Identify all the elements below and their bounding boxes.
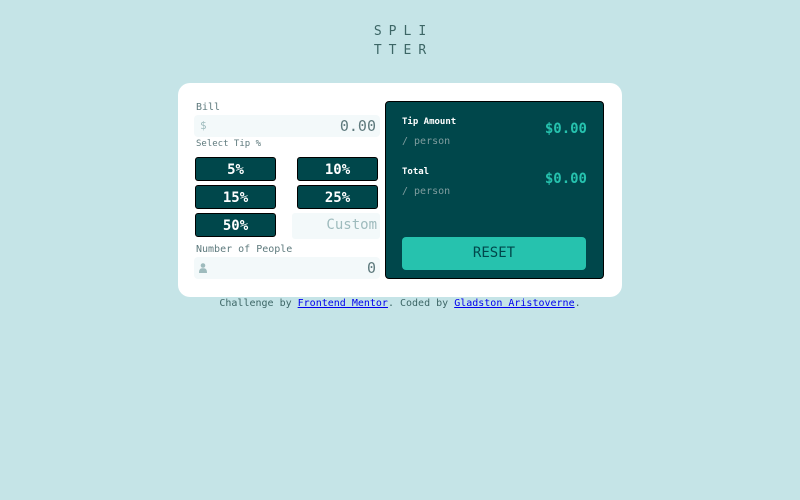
bill-value: 0.00 [339, 117, 376, 135]
calculator-card: Bill $ 0.00 Select Tip % 5% 10% 15% 25% … [178, 83, 622, 297]
bill-label: Bill [196, 102, 221, 113]
total-value: $0.00 [544, 171, 587, 187]
logo-line-2: TTER [373, 43, 434, 58]
footer-suffix: . [574, 298, 581, 309]
tip-amount-value: $0.00 [544, 121, 587, 137]
custom-tip-input[interactable]: Custom [292, 213, 380, 239]
people-label: Number of People [196, 244, 293, 255]
people-input[interactable]: 0 [194, 257, 380, 279]
tip-button-25[interactable]: 25% [297, 185, 378, 209]
tip-button-5[interactable]: 5% [195, 157, 276, 181]
footer-middle: . Coded by [387, 298, 455, 309]
tip-button-15[interactable]: 15% [195, 185, 276, 209]
tip-amount-label: Tip Amount [402, 117, 457, 127]
dollar-icon: $ [200, 119, 207, 132]
custom-tip-placeholder: Custom [326, 217, 377, 233]
author-link[interactable]: Gladston Aristoverne [454, 298, 574, 309]
logo-line-1: SPLI [373, 24, 434, 39]
bill-input[interactable]: $ 0.00 [194, 115, 380, 137]
total-label: Total [402, 167, 430, 177]
tip-button-50[interactable]: 50% [195, 213, 276, 237]
tip-amount-per-person: / person [402, 136, 451, 147]
select-tip-label: Select Tip % [196, 139, 262, 149]
frontend-mentor-link[interactable]: Frontend Mentor [298, 298, 388, 309]
person-icon [199, 263, 207, 273]
tip-button-10[interactable]: 10% [297, 157, 378, 181]
people-value: 0 [366, 259, 376, 277]
app-logo: SPLI TTER [0, 22, 800, 60]
reset-button[interactable]: RESET [402, 237, 586, 270]
total-per-person: / person [402, 186, 451, 197]
footer-prefix: Challenge by [219, 298, 298, 309]
result-panel: Tip Amount / person $0.00 Total / person… [385, 101, 604, 279]
attribution-footer: Challenge by Frontend Mentor. Coded by G… [0, 298, 800, 309]
